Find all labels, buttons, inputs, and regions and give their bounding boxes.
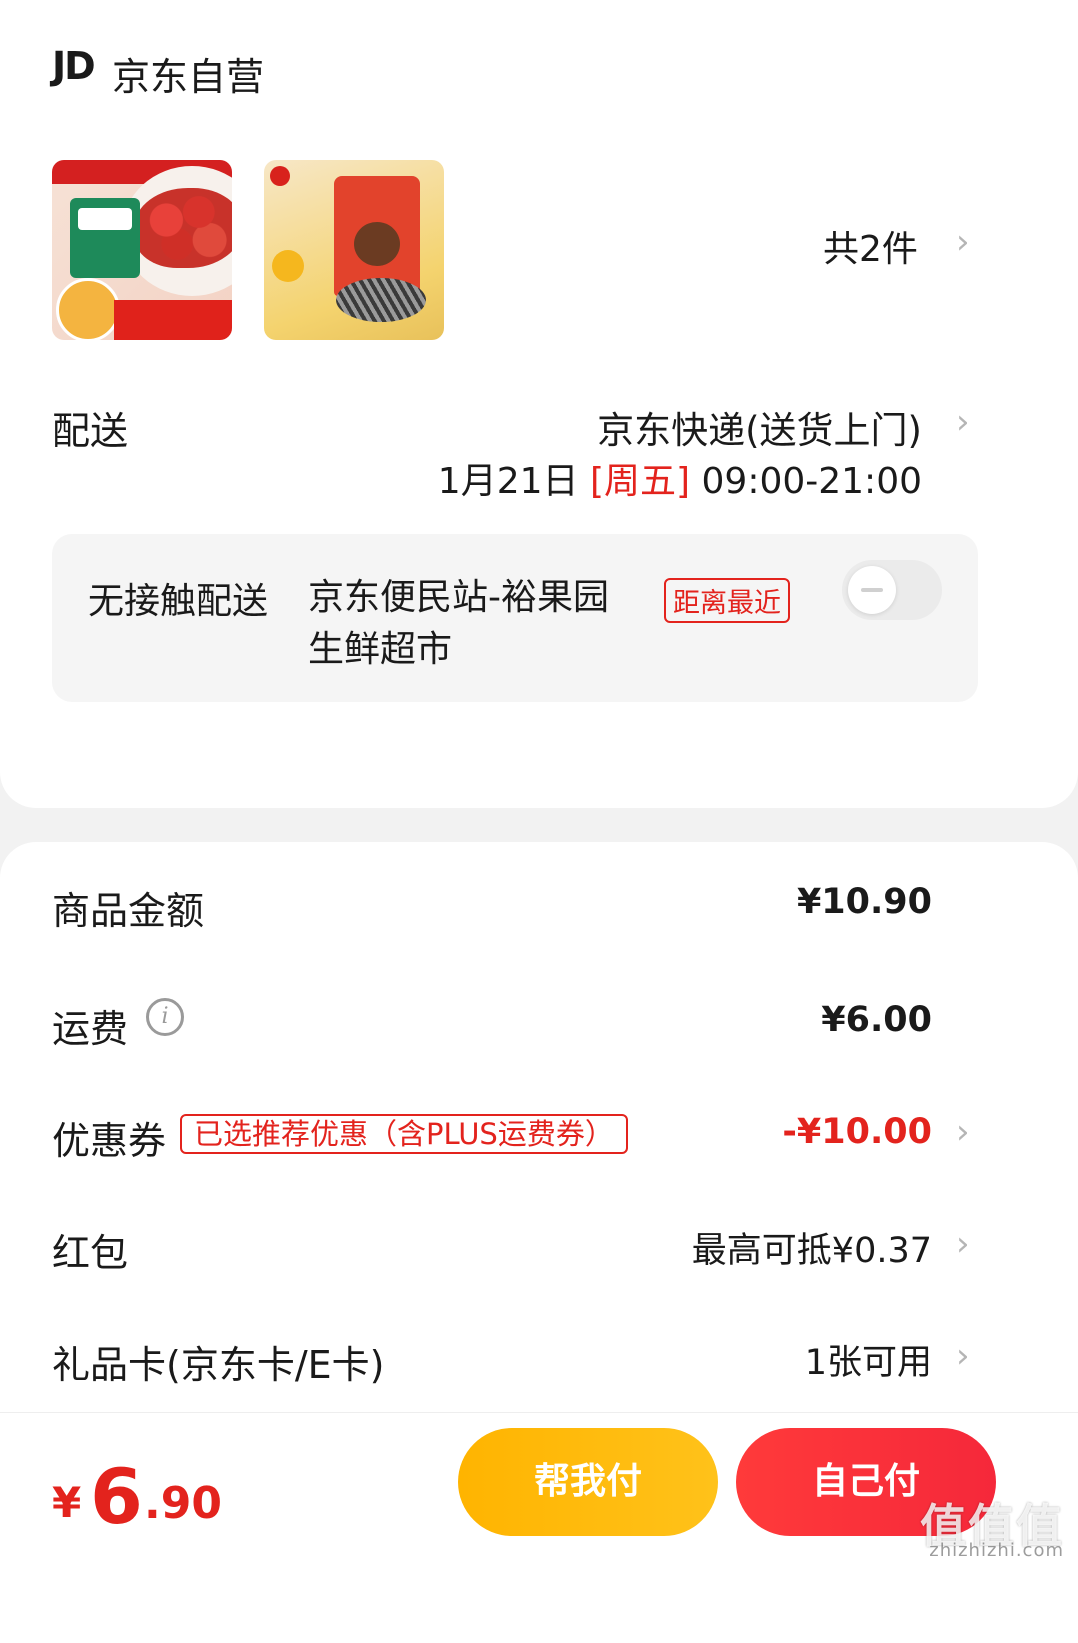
contactless-toggle[interactable] (842, 560, 942, 620)
price-tag-graphic (114, 300, 232, 340)
nearest-badge: 距离最近 (664, 578, 790, 623)
product-thumbnail-goji[interactable] (52, 160, 232, 340)
delivery-date: 1月21日 (437, 461, 579, 502)
shop-name: 京东自营 (112, 55, 265, 99)
chevron-right-icon[interactable]: › (956, 222, 970, 262)
total-decimal: .90 (144, 1478, 222, 1529)
toggle-knob (848, 566, 896, 614)
coupon-value[interactable]: -¥10.00 (782, 1112, 932, 1152)
brand-logo-icon (270, 166, 290, 186)
gift-card-label: 礼品卡(京东卡/E卡) (52, 1343, 385, 1387)
chevron-right-icon[interactable]: › (956, 1224, 970, 1264)
info-icon[interactable]: i (146, 998, 184, 1036)
red-packet-value[interactable]: 最高可抵¥0.37 (692, 1222, 932, 1273)
delivery-window: 09:00-21:00 (701, 461, 922, 502)
chevron-right-icon[interactable]: › (956, 1112, 970, 1152)
delivery-method[interactable]: 京东快递(送货上门) (597, 400, 922, 454)
jd-logo: JD (52, 44, 96, 88)
shipping-fee-label: 运费 (52, 1007, 129, 1051)
total-integer: 6 (90, 1452, 143, 1541)
gift-card-value[interactable]: 1张可用 (805, 1334, 932, 1385)
sunflower-graphic (272, 250, 304, 282)
chevron-right-icon[interactable]: › (956, 1336, 970, 1376)
goods-amount-label: 商品金额 (52, 889, 205, 933)
chevron-right-icon[interactable]: › (956, 402, 970, 442)
help-me-pay-button[interactable]: 帮我付 (458, 1428, 718, 1536)
delivery-weekday: [周五] (589, 461, 691, 502)
contactless-label: 无接触配送 (88, 581, 269, 622)
seeds-pile-graphic (336, 278, 426, 322)
delivery-time[interactable]: 1月21日 [周五] 09:00-21:00 (438, 452, 922, 504)
pickup-station-name: 京东便民站-裕果园生鲜超市 (308, 577, 609, 670)
goods-amount-value: ¥10.90 (796, 882, 932, 922)
coupon-label: 优惠券 (52, 1119, 167, 1163)
shipping-fee-value: ¥6.00 (821, 1000, 932, 1040)
goji-berries-graphic (134, 188, 232, 268)
coupon-selected-badge: 已选推荐优惠（含PLUS运费券） (180, 1114, 628, 1154)
red-packet-label: 红包 (52, 1231, 129, 1275)
delivery-label: 配送 (52, 409, 129, 453)
bag-window-graphic (354, 222, 400, 266)
watermark-url: zhizhizhi.com (929, 1540, 1064, 1561)
item-count[interactable]: 共2件 (823, 220, 918, 272)
product-thumbnail-sunflower-seeds[interactable] (264, 160, 444, 340)
bowl-inset-graphic (56, 278, 120, 340)
total-currency: ¥ (52, 1478, 82, 1527)
package-label-graphic (78, 208, 132, 230)
